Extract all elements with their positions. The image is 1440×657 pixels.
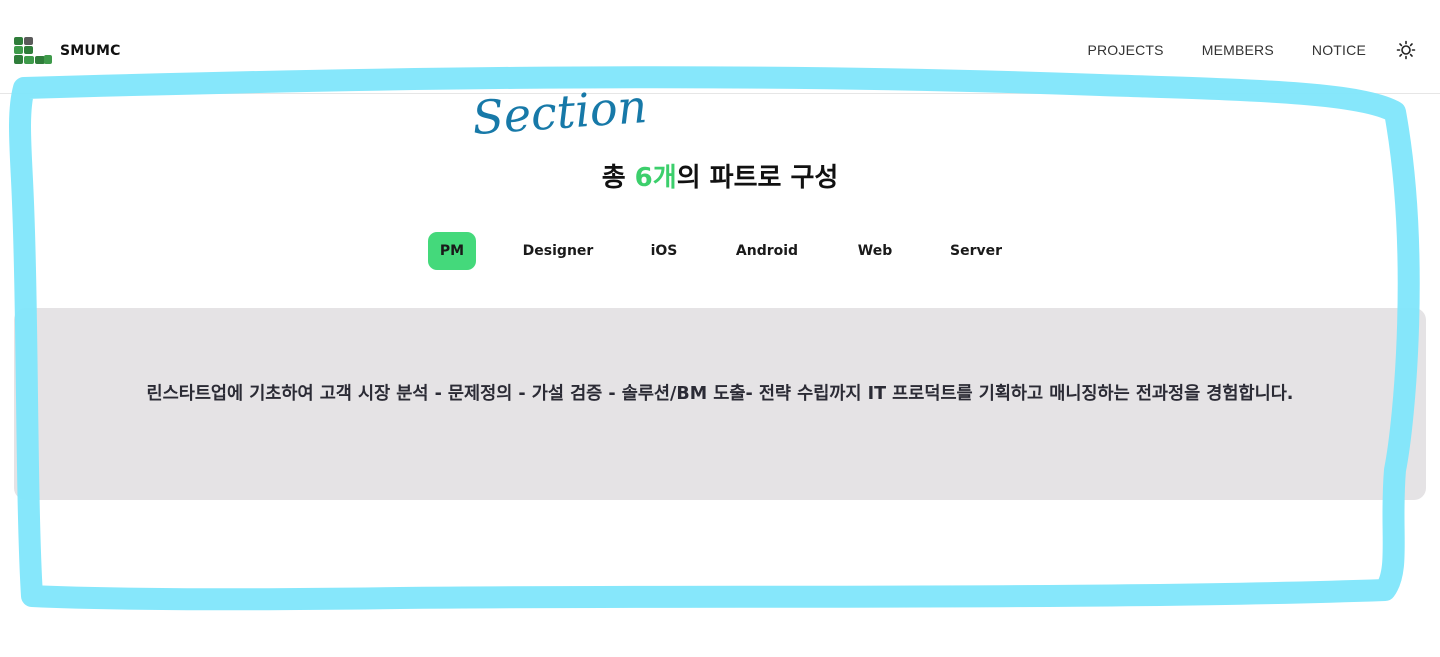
- tab-android[interactable]: Android: [736, 232, 798, 270]
- main-nav: PROJECTS MEMBERS NOTICE: [1049, 40, 1416, 60]
- section-title-count: 6개: [634, 163, 677, 193]
- tab-server[interactable]: Server: [950, 232, 1002, 270]
- smumc-logo: [14, 37, 52, 64]
- tab-pm[interactable]: PM: [428, 232, 476, 270]
- tab-ios[interactable]: iOS: [651, 232, 678, 270]
- nav-members[interactable]: MEMBERS: [1202, 42, 1274, 58]
- site-header: SMUMC PROJECTS MEMBERS NOTICE: [0, 0, 1440, 94]
- tab-designer[interactable]: Designer: [523, 232, 594, 270]
- part-tabs: PM Designer iOS Android Web Server: [0, 232, 1440, 270]
- brand[interactable]: SMUMC: [13, 36, 121, 66]
- page: SMUMC PROJECTS MEMBERS NOTICE 총 6개의 파트로 …: [0, 0, 1440, 657]
- section-title-prefix: 총: [601, 163, 635, 193]
- nav-notice[interactable]: NOTICE: [1312, 42, 1366, 58]
- section-title: 총 6개의 파트로 구성: [0, 157, 1440, 194]
- part-description: 린스타트업에 기초하여 고객 시장 분석 - 문제정의 - 가설 검증 - 솔루…: [146, 384, 1294, 404]
- section-title-suffix: 의 파트로 구성: [676, 163, 839, 193]
- brand-name: SMUMC: [60, 43, 121, 59]
- sun-icon[interactable]: [1396, 40, 1416, 60]
- part-description-box: 린스타트업에 기초하여 고객 시장 분석 - 문제정의 - 가설 검증 - 솔루…: [14, 308, 1426, 500]
- nav-projects[interactable]: PROJECTS: [1087, 42, 1163, 58]
- tab-web[interactable]: Web: [858, 232, 892, 270]
